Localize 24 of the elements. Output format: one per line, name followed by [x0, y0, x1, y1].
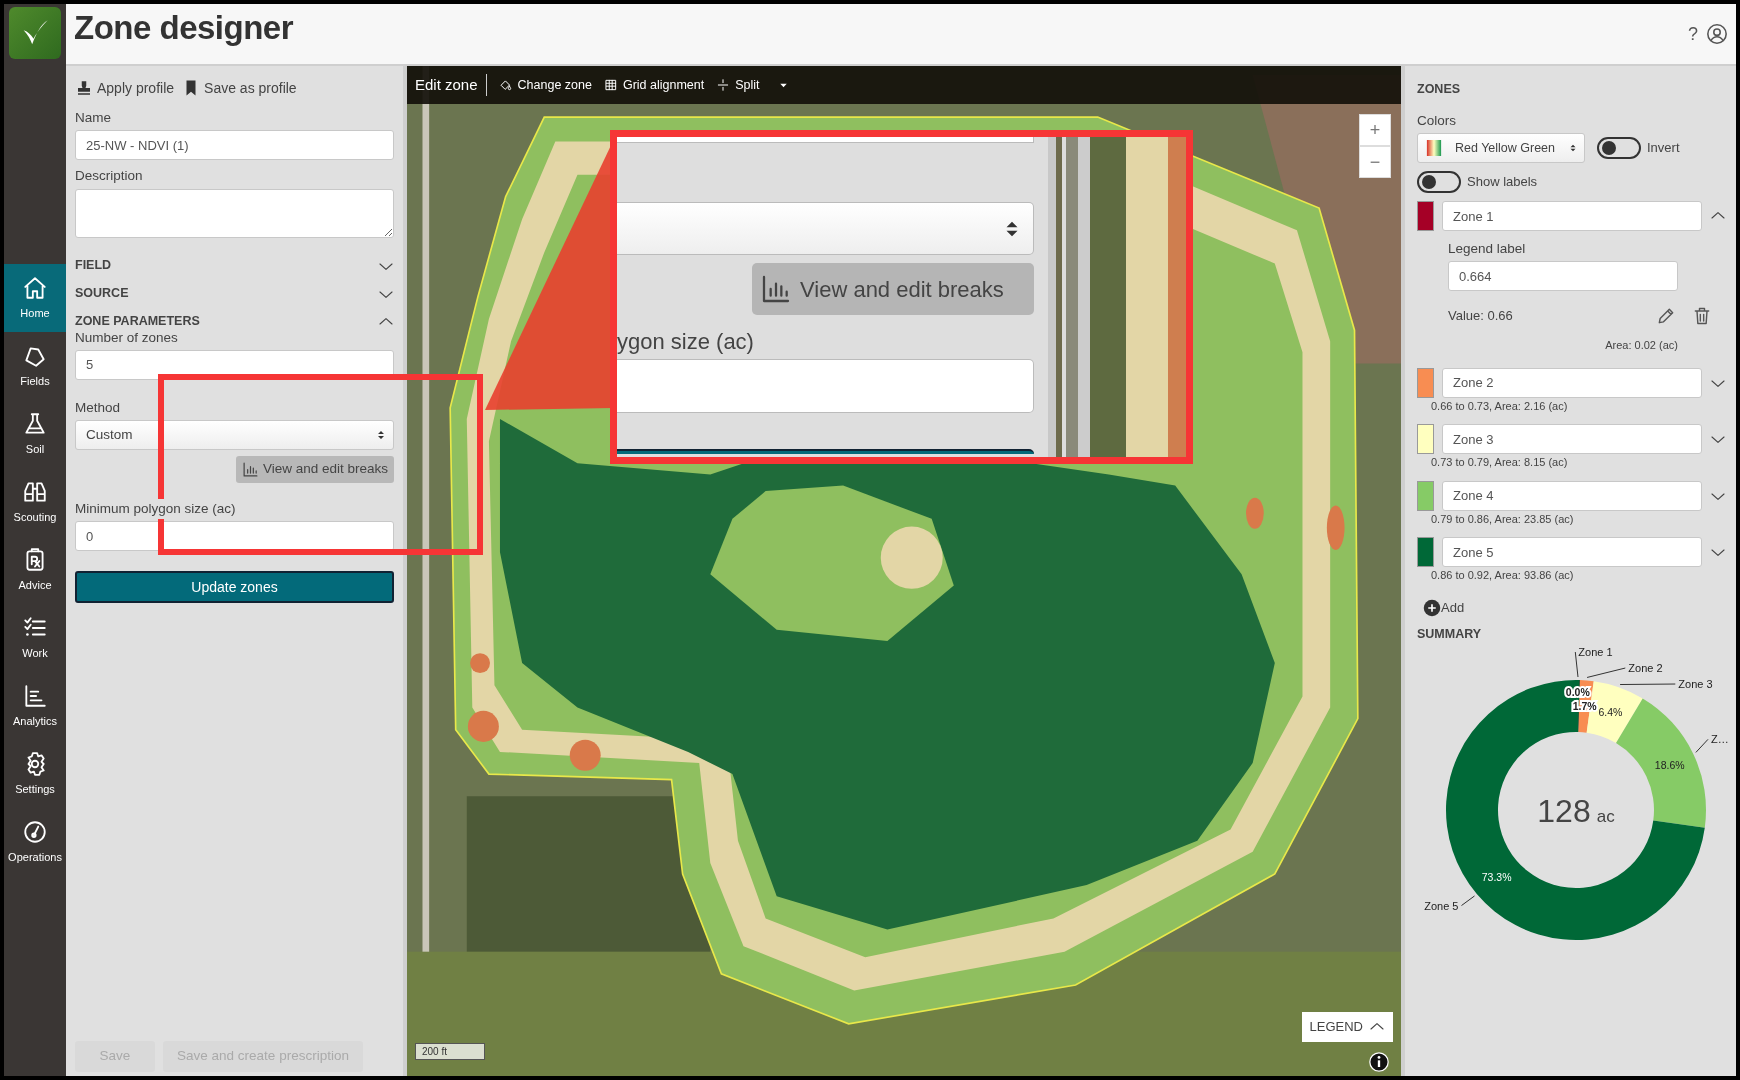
- field-label: Minimum polygon size (ac): [75, 499, 236, 520]
- data-label: 18.6%: [1654, 759, 1685, 771]
- field-label: ygon size (ac): [617, 328, 755, 356]
- value-text: Value: 0.66: [1448, 306, 1514, 325]
- zone-summary-text: 0.79 to 0.86, Area: 23.85 (ac): [1431, 511, 1575, 527]
- toolbar-title: Edit zone: [415, 73, 487, 97]
- category-label: Zone 2: [1628, 662, 1663, 674]
- zone-summary-text: 0.86 to 0.92, Area: 93.86 (ac): [1431, 568, 1575, 584]
- section-title: SUMMARY: [1417, 626, 1483, 644]
- area-text: Area: 0.02 (ac): [1604, 338, 1678, 354]
- total-area-text: 128 ac: [1537, 793, 1615, 829]
- page-title: Zone designer: [74, 8, 294, 48]
- zone-summary-text: 0.66 to 0.73, Area: 2.16 (ac): [1431, 398, 1569, 414]
- data-label: 73.3%: [1481, 871, 1512, 884]
- section-title: ZONES: [1417, 81, 1462, 98]
- zone-summary-text: 0.73 to 0.79, Area: 8.15 (ac): [1431, 455, 1569, 471]
- scale-bar: 200 ft: [415, 1043, 485, 1060]
- category-label: Z…: [1711, 733, 1729, 746]
- category-label: Zone 1: [1578, 646, 1613, 658]
- toggle-label: Show labels: [1467, 173, 1538, 192]
- data-label: 6.4%: [1598, 705, 1623, 718]
- toggle-label: Invert: [1647, 139, 1680, 158]
- category-label: Zone 5: [1424, 899, 1459, 912]
- category-label: Zone 3: [1678, 678, 1713, 690]
